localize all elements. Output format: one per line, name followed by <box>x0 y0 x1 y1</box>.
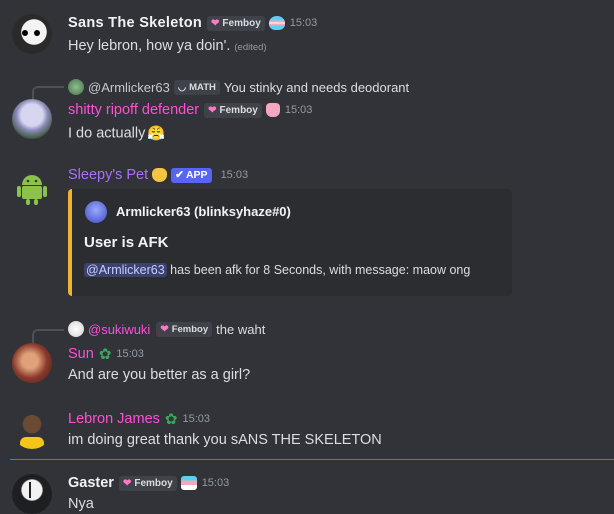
timestamp: 15:03 <box>289 17 318 29</box>
math-icon: ◡ <box>177 81 187 93</box>
embed-author-avatar <box>85 201 107 223</box>
username[interactable]: shitty ripoff defender <box>68 102 199 118</box>
avatar[interactable] <box>12 99 52 139</box>
timestamp: 15:03 <box>182 413 210 425</box>
user-mention[interactable]: @Armlicker63 <box>84 263 167 277</box>
edited-label: (edited) <box>234 42 267 53</box>
timestamp: 15:03 <box>116 348 144 360</box>
pink-bunny-icon <box>265 103 280 117</box>
reply-text: You stinky and needs deodorant <box>223 79 410 95</box>
guild-tag-label: Femboy <box>222 17 261 29</box>
timestamp: 15:03 <box>201 477 230 489</box>
heart-icon: ❤ <box>211 17 220 29</box>
guild-tag-label: Femboy <box>219 104 258 116</box>
heart-icon: ❤ <box>208 104 217 116</box>
steam-face-emoji: 😤 <box>147 125 166 142</box>
username[interactable]: Gaster <box>68 475 114 491</box>
username[interactable]: Sans The Skeleton <box>68 15 202 31</box>
guild-tag-label: Femboy <box>134 477 173 489</box>
reply-username[interactable]: @sukiwuki <box>88 322 150 337</box>
embed-author[interactable]: Armlicker63 (blinksyhaze#0) <box>116 204 291 219</box>
message-text: Nya <box>68 496 94 512</box>
reply-connector <box>32 329 64 343</box>
username[interactable]: Lebron James <box>68 411 160 427</box>
app-badge: ✔ APP <box>171 167 212 183</box>
avatar[interactable] <box>12 343 52 383</box>
message-text: And are you better as a girl? <box>68 367 251 383</box>
username[interactable]: Sun <box>68 346 94 362</box>
message-text: I do actually 😤 <box>68 124 165 142</box>
username[interactable]: Sleepy's Pet <box>68 167 148 183</box>
embed-description: @Armlicker63 has been afk for 8 Seconds,… <box>84 263 470 277</box>
trans-cat-icon <box>180 476 197 490</box>
android-avatar[interactable] <box>12 168 52 208</box>
clover-icon: ✿ <box>98 346 112 363</box>
heart-icon: ❤ <box>122 477 132 489</box>
message-body: I do actually <box>68 125 146 142</box>
reply-guild-tag: ❤ Femboy <box>156 321 213 337</box>
app-badge-label: APP <box>185 169 208 181</box>
trans-heart-icon <box>268 16 285 30</box>
reply-preview[interactable]: @Armlicker63 ◡ MATH You stinky and needs … <box>68 79 409 95</box>
guild-tag[interactable]: ❤ Femboy <box>207 15 265 31</box>
avatar[interactable] <box>12 14 52 54</box>
avatar[interactable] <box>12 409 52 449</box>
reply-avatar <box>68 79 84 95</box>
new-messages-divider <box>10 459 614 460</box>
embed-description-text: has been afk for 8 Seconds, with message… <box>166 263 471 277</box>
reply-preview[interactable]: @sukiwuki ❤ Femboy the waht <box>68 321 265 337</box>
timestamp: 15:03 <box>220 169 249 181</box>
message-text: im doing great thank you sANS THE SKELET… <box>68 432 382 448</box>
reply-connector <box>32 86 64 100</box>
reply-guild-tag: ◡ MATH <box>173 79 220 95</box>
guild-tag[interactable]: ❤ Femboy <box>118 475 177 491</box>
verified-check-icon: ✔ <box>175 169 184 181</box>
android-icon <box>17 175 47 205</box>
reply-username[interactable]: @Armlicker63 <box>88 80 170 95</box>
timestamp: 15:03 <box>284 104 313 116</box>
heart-icon: ❤ <box>160 323 169 335</box>
reply-text: the waht <box>216 321 266 337</box>
afk-embed: Armlicker63 (blinksyhaze#0) User is AFK … <box>68 189 512 296</box>
clover-icon: ✿ <box>164 411 178 428</box>
guild-tag[interactable]: ❤ Femboy <box>204 102 262 118</box>
message-body: Hey lebron, how ya doin'. <box>68 38 231 54</box>
reply-guild-tag-label: MATH <box>189 81 216 93</box>
cat-face-icon <box>152 168 168 182</box>
reply-avatar <box>68 321 84 337</box>
avatar[interactable] <box>12 474 52 514</box>
embed-title: User is AFK <box>84 234 169 251</box>
message-text: Hey lebron, how ya doin'. (edited) <box>68 38 267 54</box>
reply-guild-tag-label: Femboy <box>171 323 209 335</box>
